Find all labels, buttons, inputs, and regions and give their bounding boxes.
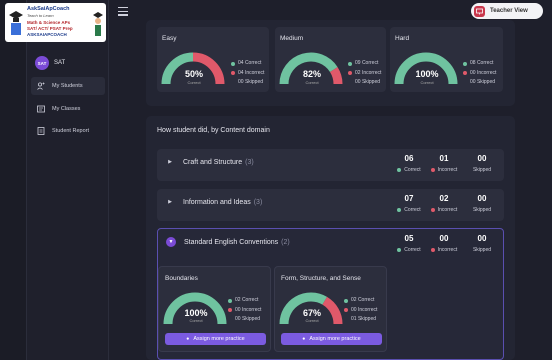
correct-count: 08 Correct bbox=[470, 60, 494, 66]
difficulty-title: Hard bbox=[395, 35, 410, 42]
incorrect-stat: 01 Incorrect bbox=[427, 154, 461, 173]
brand-logo[interactable]: AskSaiApCoach Teach to Learn Math & Scie… bbox=[5, 3, 106, 42]
graduation-cap-icon bbox=[9, 11, 23, 35]
gauge-incorrect-arc bbox=[329, 67, 343, 85]
skipped-count: 00 Skipped bbox=[238, 79, 264, 85]
students-icon bbox=[37, 82, 45, 90]
menu-toggle-button[interactable] bbox=[118, 7, 128, 16]
skill-card-boundaries: Boundaries 100% Correct 02 Correct 00 In… bbox=[158, 266, 271, 352]
report-icon bbox=[37, 127, 45, 135]
score-legend: 09 Correct 02 Incorrect 00 Skipped bbox=[348, 59, 381, 88]
teacher-view-toggle[interactable]: Teacher View bbox=[471, 3, 543, 19]
sidebar-item-my-students[interactable]: My Students bbox=[31, 77, 105, 95]
logo-text-4: SAT/ ACT/ PSAT Prep bbox=[27, 26, 73, 31]
skipped-count: 00 Skipped bbox=[470, 79, 496, 85]
correct-stat: 07 Correct bbox=[394, 194, 424, 213]
skipped-count: 01 Skipped bbox=[351, 316, 377, 322]
domain-name: Craft and Structure (3) bbox=[183, 159, 254, 166]
logo-text-5: ASKSAIAPCOACH bbox=[27, 32, 67, 37]
score-percent: 100% bbox=[415, 69, 439, 79]
avatar: SAT bbox=[35, 56, 49, 70]
incorrect-count: 00 Incorrect bbox=[470, 69, 497, 76]
sidebar-item-label: My Classes bbox=[52, 106, 81, 112]
score-sublabel: Correct bbox=[305, 80, 319, 85]
difficulty-title: Easy bbox=[162, 35, 177, 42]
score-legend: 04 Correct 04 Incorrect 00 Skipped bbox=[231, 59, 264, 88]
lightbulb-icon: ● bbox=[186, 336, 190, 342]
domain-row-craft-and-structure[interactable]: ▶ Craft and Structure (3) 06 Correct 01 Inc… bbox=[157, 149, 504, 181]
sidebar bbox=[27, 0, 109, 360]
app-rail bbox=[0, 0, 27, 360]
sidebar-item-label: Student Report bbox=[52, 128, 89, 134]
skipped-stat: 00 Skipped bbox=[472, 234, 492, 253]
student-figure-icon bbox=[93, 12, 103, 36]
correct-stat: 05 Correct bbox=[394, 234, 424, 253]
correct-stat: 06 Correct bbox=[394, 154, 424, 173]
score-sublabel: Correct bbox=[420, 80, 434, 85]
correct-count: 09 Correct bbox=[355, 60, 379, 66]
skipped-count: 00 Skipped bbox=[235, 316, 261, 322]
incorrect-count: 04 Incorrect bbox=[238, 69, 265, 76]
score-sublabel: Correct bbox=[189, 318, 203, 323]
teacher-view-icon bbox=[474, 5, 485, 17]
score-sublabel: Correct bbox=[305, 318, 319, 323]
sidebar-item-student-report[interactable]: Student Report bbox=[31, 122, 105, 140]
domain-name: Information and Ideas (3) bbox=[183, 199, 263, 206]
incorrect-stat: 00 Incorrect bbox=[427, 234, 461, 253]
score-percent: 82% bbox=[302, 69, 321, 79]
incorrect-count: 02 Incorrect bbox=[355, 69, 382, 76]
logo-text-3: Math & Science APs bbox=[27, 20, 71, 25]
user-profile[interactable]: SAT SAT bbox=[35, 56, 65, 70]
skill-title: Boundaries bbox=[165, 275, 198, 282]
difficulty-card-hard: Hard 100% Correct 08 Correct 00 Incorrec… bbox=[390, 27, 503, 92]
score-percent: 50% bbox=[184, 69, 203, 79]
domain-name: Standard English Conventions (2) bbox=[184, 239, 290, 246]
difficulty-card-easy: Easy 50% Correct 04 Correct 04 Incorrect… bbox=[157, 27, 269, 92]
skill-card-form-structure-sense: Form, Structure, and Sense 67% Correct 0… bbox=[274, 266, 387, 352]
sidebar-item-my-classes[interactable]: My Classes bbox=[31, 100, 105, 118]
score-legend: 02 Correct 00 Incorrect 01 Skipped bbox=[344, 296, 377, 325]
skipped-count: 00 Skipped bbox=[355, 79, 381, 85]
correct-count: 02 Correct bbox=[235, 297, 259, 303]
chevron-down-icon[interactable]: ▼ bbox=[166, 237, 176, 247]
chevron-right-icon[interactable]: ▶ bbox=[165, 157, 175, 167]
score-legend: 08 Correct 00 Incorrect 00 Skipped bbox=[463, 59, 496, 88]
correct-count: 02 Correct bbox=[351, 297, 375, 303]
logo-text-2: Teach to Learn bbox=[27, 13, 54, 18]
incorrect-stat: 02 Incorrect bbox=[427, 194, 461, 213]
difficulty-title: Medium bbox=[280, 35, 304, 42]
score-sublabel: Correct bbox=[187, 80, 201, 85]
domain-row-information-and-ideas[interactable]: ▶ Information and Ideas (3) 07 Correct 02 I… bbox=[157, 189, 504, 221]
sidebar-item-label: My Students bbox=[52, 83, 83, 89]
incorrect-count: 00 Incorrect bbox=[235, 306, 262, 313]
teacher-view-label: Teacher View bbox=[490, 8, 528, 14]
skipped-stat: 00 Skipped bbox=[472, 194, 492, 213]
assign-practice-button[interactable]: ● Assign more practice bbox=[165, 333, 266, 345]
correct-count: 04 Correct bbox=[238, 60, 262, 66]
score-percent: 100% bbox=[184, 308, 208, 318]
logo-text-1: AskSaiApCoach bbox=[27, 6, 70, 12]
classes-icon bbox=[37, 105, 45, 113]
score-legend: 02 Correct 00 Incorrect 00 Skipped bbox=[228, 296, 261, 325]
score-percent: 67% bbox=[302, 308, 321, 318]
skipped-stat: 00 Skipped bbox=[472, 154, 492, 173]
skill-title: Form, Structure, and Sense bbox=[281, 275, 361, 282]
lightbulb-icon: ● bbox=[302, 336, 306, 342]
assign-practice-button[interactable]: ● Assign more practice bbox=[281, 333, 382, 345]
section-title: How student did, by Content domain bbox=[157, 127, 270, 134]
difficulty-card-medium: Medium 82% Correct 09 Correct 02 Incorre… bbox=[275, 27, 386, 92]
incorrect-count: 00 Incorrect bbox=[351, 306, 378, 313]
chevron-right-icon[interactable]: ▶ bbox=[165, 197, 175, 207]
user-name: SAT bbox=[54, 60, 66, 66]
